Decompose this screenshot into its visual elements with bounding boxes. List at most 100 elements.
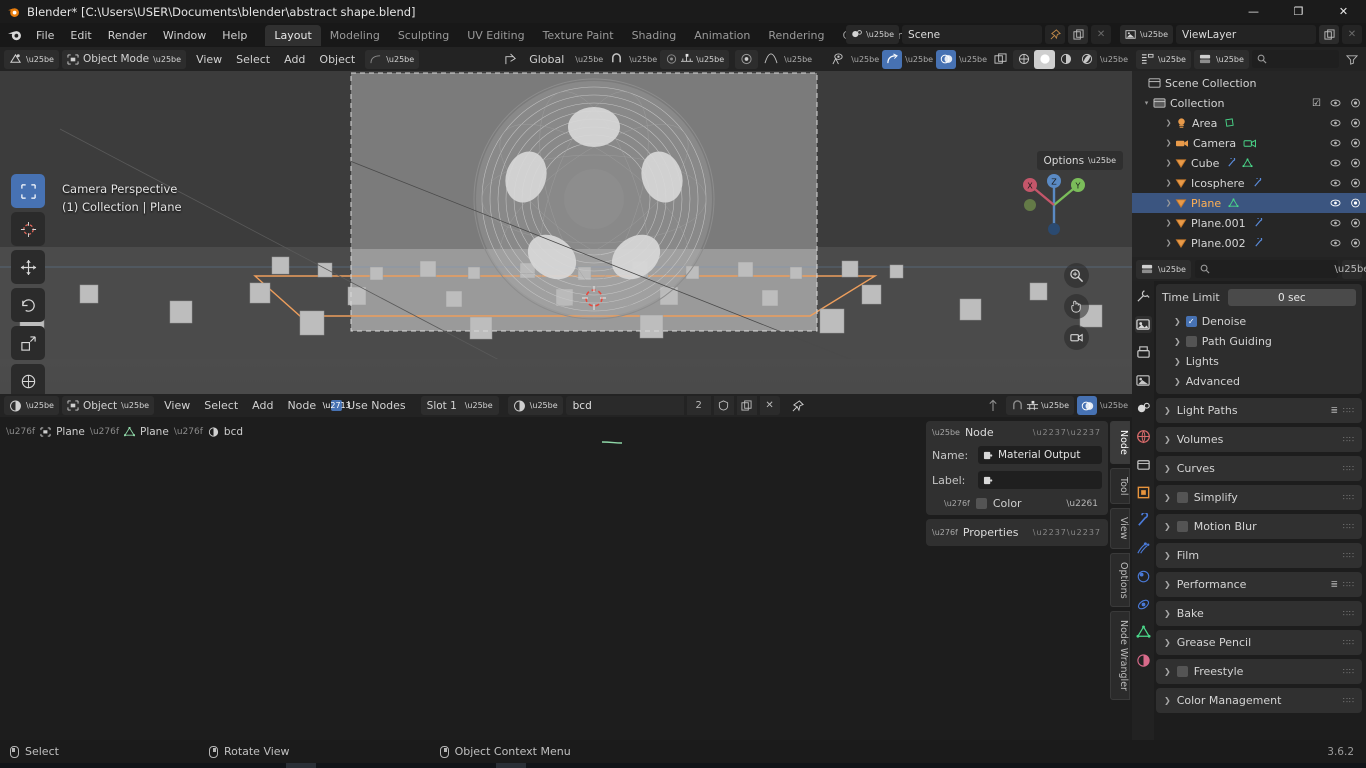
visibility-eye-icon[interactable] — [1330, 158, 1341, 168]
expand-arrow-icon[interactable]: ❯ — [1162, 239, 1175, 247]
vscode-icon[interactable]: \u2756 — [106, 763, 136, 768]
drag-dots-icon[interactable]: ∷∷ — [1343, 464, 1355, 473]
node-color-row[interactable]: \u276f Color \u2261 — [932, 497, 1102, 510]
outliner-tree[interactable]: Scene Collection ▾ Collection ☑ ❯ Area ❯ Camera… — [1132, 71, 1366, 257]
viewlayer-new-button[interactable] — [1319, 25, 1339, 44]
object-mode-dropdown[interactable]: Object Mode \u25be — [61, 49, 187, 69]
close-button[interactable]: ✕ — [1321, 0, 1366, 23]
sampling-item-lights[interactable]: ❯ Lights — [1156, 351, 1362, 371]
outliner-item-cube[interactable]: ❯ Cube — [1132, 153, 1366, 173]
properties-tab-tool[interactable] — [1135, 288, 1152, 305]
viewport-menu-view[interactable]: View — [189, 51, 229, 68]
scene-unlink-button[interactable]: ✕ — [1091, 25, 1112, 44]
proportional-falloff-button[interactable] — [735, 49, 759, 69]
render-camera-icon[interactable] — [1350, 198, 1361, 208]
visibility-eye-icon[interactable] — [1330, 138, 1341, 148]
navigation-gizmo[interactable]: Z Y X — [1018, 169, 1090, 241]
properties-tab-viewlayer[interactable] — [1135, 372, 1152, 389]
proportional-editing-group[interactable]: \u25be — [660, 49, 730, 69]
render-camera-icon[interactable] — [1350, 138, 1361, 148]
render-camera-icon[interactable] — [1350, 118, 1361, 128]
material-fake-user-button[interactable] — [713, 396, 734, 415]
properties-tab-particles[interactable] — [1135, 540, 1152, 557]
scene-browse-button[interactable]: \u25be — [846, 25, 900, 44]
properties-options-button[interactable]: \u25be — [1335, 259, 1366, 279]
material-slot-dropdown[interactable]: Slot 1 \u25be — [420, 396, 499, 415]
node-name-input[interactable]: Material Output — [978, 446, 1102, 464]
drag-dots-icon[interactable]: ∷∷ — [1343, 406, 1355, 415]
shading-rendered-button[interactable] — [1076, 50, 1097, 69]
preset-list-icon[interactable]: ≣ — [1330, 580, 1338, 590]
shading-mode-segment[interactable] — [1013, 49, 1098, 69]
properties-panel-bake[interactable]: ❯ Bake ∷∷ — [1156, 601, 1362, 626]
outliner-item-area[interactable]: ❯ Area — [1132, 113, 1366, 133]
properties-tab-world[interactable] — [1135, 428, 1152, 445]
menu-help[interactable]: Help — [214, 26, 255, 45]
workspace-tab-layout[interactable]: Layout — [265, 24, 321, 46]
drag-dots-icon[interactable]: ∷∷ — [1343, 522, 1355, 531]
material-browse-button[interactable]: \u25be — [507, 396, 563, 415]
expand-arrow-icon[interactable]: ❯ — [1162, 219, 1175, 227]
expand-arrow-icon[interactable]: ❯ — [1162, 159, 1175, 167]
taskview-icon[interactable] — [76, 763, 106, 768]
shading-solid-button[interactable] — [1034, 49, 1056, 69]
transform-tool[interactable] — [11, 364, 45, 394]
viewlayer-browse-button[interactable]: \u25be — [1120, 25, 1173, 44]
properties-panel-film[interactable]: ❯ Film ∷∷ — [1156, 543, 1362, 568]
menu-render[interactable]: Render — [100, 26, 155, 45]
properties-panel-light-paths[interactable]: ❯ Light Paths ≣ ∷∷ — [1156, 398, 1362, 423]
xray-toggle[interactable] — [990, 50, 1010, 69]
snap-magnet-icon[interactable] — [606, 50, 626, 69]
transform-orientation-label[interactable]: Global — [522, 51, 571, 68]
properties-tab-constraint[interactable] — [1135, 596, 1152, 613]
properties-tab-render[interactable] — [1134, 316, 1152, 333]
workspace-tab-uv-editing[interactable]: UV Editing — [458, 25, 533, 46]
properties-tab-data[interactable] — [1135, 624, 1152, 641]
viewlayer-remove-button[interactable]: ✕ — [1342, 25, 1362, 44]
properties-tab-collection[interactable] — [1135, 456, 1152, 473]
render-camera-icon[interactable] — [1350, 218, 1361, 228]
shading-wireframe-button[interactable] — [1013, 50, 1034, 69]
chrome-active-icon[interactable]: \u25cf — [286, 763, 316, 768]
outliner-item-camera[interactable]: ❯ Camera — [1132, 133, 1366, 153]
pin-icon[interactable] — [788, 396, 808, 415]
expand-arrow-icon[interactable]: ❯ — [1162, 139, 1175, 147]
outliner-editor-type-button[interactable]: \u25be — [1136, 49, 1191, 69]
go-to-parent-icon[interactable] — [983, 396, 1003, 415]
whatsapp-icon[interactable]: \u2706 — [346, 763, 376, 768]
shader-menu-select[interactable]: Select — [197, 397, 245, 414]
viewlayer-name-field[interactable]: ViewLayer — [1176, 25, 1316, 44]
properties-panel-freestyle[interactable]: ❯ ✓ Freestyle ∷∷ — [1156, 659, 1362, 684]
material-unlink-button[interactable]: ✕ — [759, 396, 780, 415]
shader-menu-add[interactable]: Add — [245, 397, 280, 414]
modifier-icon[interactable] — [1226, 158, 1237, 168]
visibility-eye-icon[interactable] — [1330, 118, 1341, 128]
drag-dots-icon[interactable]: ∷∷ — [1343, 609, 1355, 618]
node-sidebar-tab-node[interactable]: Node — [1110, 421, 1130, 464]
rotate-tool[interactable] — [11, 288, 45, 322]
camera-data-icon[interactable] — [1243, 138, 1257, 149]
expand-arrow-icon[interactable]: ❯ — [1162, 119, 1175, 127]
modifier-icon[interactable] — [1253, 238, 1264, 248]
properties-panel[interactable]: \u276f Properties \u2237\u2237 — [926, 519, 1108, 546]
firefox-icon[interactable]: \u25cf — [166, 763, 196, 768]
overlay-icon[interactable] — [1077, 396, 1098, 415]
expand-arrow-icon[interactable]: ❯ — [1162, 199, 1175, 207]
viewport-menu-object[interactable]: Object — [312, 51, 362, 68]
material-copy-button[interactable] — [736, 396, 757, 415]
inkscape-icon[interactable]: \u2710 — [406, 763, 436, 768]
time-limit-value[interactable]: 0 sec — [1227, 289, 1356, 306]
drag-dots-icon[interactable]: \u2237\u2237 — [1033, 528, 1101, 537]
drag-dots-icon[interactable]: \u2237\u2237 — [1033, 428, 1101, 437]
cursor-tool[interactable] — [11, 212, 45, 246]
scene-name-field[interactable]: Scene — [902, 25, 1043, 44]
preset-list-icon[interactable]: ≣ — [1330, 406, 1338, 416]
visibility-eye-icon[interactable] — [1330, 238, 1341, 248]
render-camera-icon[interactable] — [1350, 238, 1361, 248]
properties-editor-type-button[interactable]: \u25be — [1136, 259, 1191, 279]
scale-tool[interactable] — [11, 326, 45, 360]
properties-panel-grease-pencil[interactable]: ❯ Grease Pencil ∷∷ — [1156, 630, 1362, 655]
viewport-gizmo-toggle[interactable]: \u25be — [365, 49, 420, 69]
material-users-count[interactable]: 2 — [686, 396, 711, 415]
search-icon[interactable] — [46, 763, 76, 768]
